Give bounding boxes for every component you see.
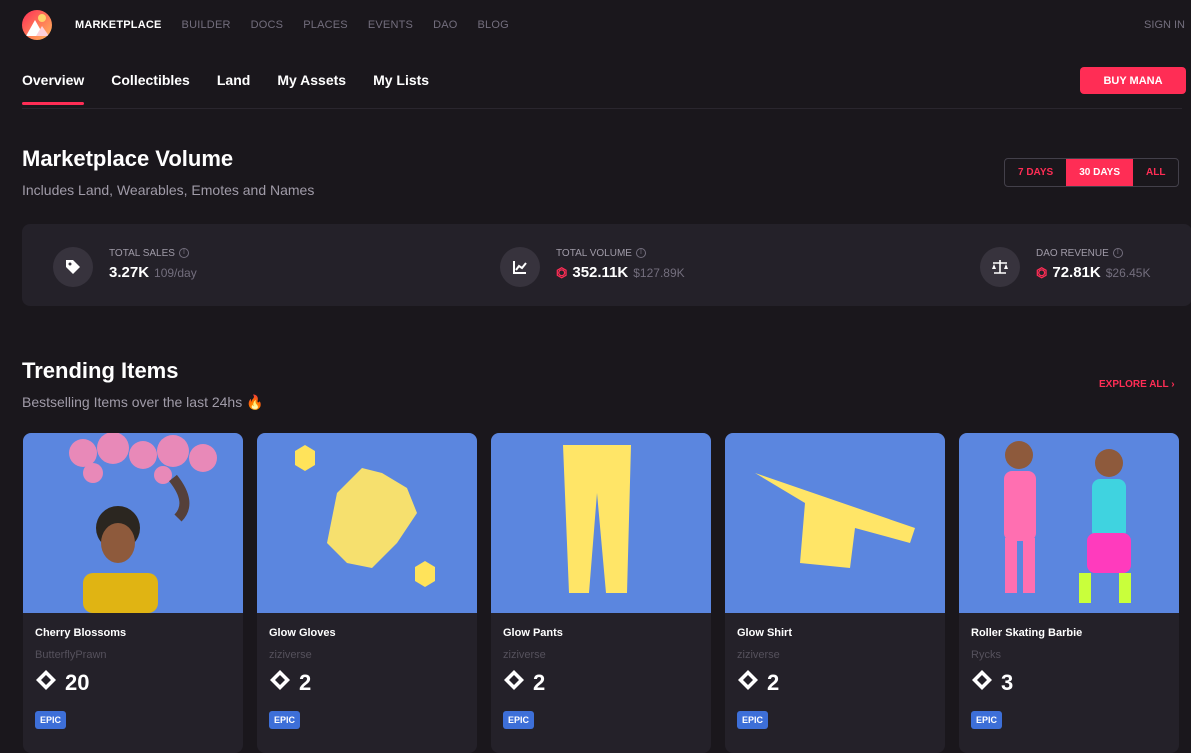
mana-diamond-icon [503, 669, 525, 697]
fire-icon: 🔥 [246, 394, 264, 410]
nav-docs[interactable]: DOCS [251, 19, 284, 31]
tab-divider [22, 108, 1182, 109]
stat-secondary: $26.45K [1105, 265, 1151, 280]
rarity-badge: EPIC [971, 711, 1003, 729]
explore-all-link[interactable]: EXPLORE ALL › [1099, 379, 1175, 390]
item-name: Cherry Blossoms [35, 627, 127, 639]
nav-dao[interactable]: DAO [433, 19, 457, 31]
trending-items-list: Cherry Blossoms ButterflyPrawn 20 EPIC G… [23, 433, 1191, 753]
info-icon[interactable]: i [1112, 248, 1123, 259]
top-bar: MARKETPLACE BUILDER DOCS PLACES EVENTS D… [0, 0, 1191, 52]
tab-collectibles[interactable]: Collectibles [111, 72, 190, 104]
item-creator: ButterflyPrawn [35, 649, 107, 661]
rarity-badge: EPIC [35, 711, 67, 729]
stat-label: DAO REVENUE [1036, 248, 1109, 259]
item-price: 3 [971, 669, 1013, 697]
nav-marketplace[interactable]: MARKETPLACE [75, 19, 162, 31]
item-price: 2 [503, 669, 545, 697]
item-thumbnail [491, 433, 711, 613]
mana-icon: ⏣ [1036, 264, 1048, 280]
tag-icon [53, 247, 93, 287]
range-30-days[interactable]: 30 DAYS [1066, 159, 1133, 186]
tab-my-lists[interactable]: My Lists [373, 72, 429, 104]
item-thumbnail [959, 433, 1179, 613]
item-price: 20 [35, 669, 89, 697]
item-creator: ziziverse [737, 649, 780, 661]
tab-overview[interactable]: Overview [22, 72, 85, 105]
trending-subtitle: Bestselling Items over the last 24hs 🔥 [22, 394, 264, 410]
item-thumbnail [725, 433, 945, 613]
stat-total-sales: TOTAL SALES i 3.27K 109/day [53, 244, 197, 287]
item-card[interactable]: Cherry Blossoms ButterflyPrawn 20 EPIC [23, 433, 243, 753]
chart-icon [500, 247, 540, 287]
stat-secondary: 109/day [154, 265, 197, 280]
nav-places[interactable]: PLACES [303, 19, 348, 31]
volume-subtitle: Includes Land, Wearables, Emotes and Nam… [22, 182, 315, 198]
item-name: Glow Gloves [269, 627, 336, 639]
stat-total-volume: TOTAL VOLUME i ⏣ 352.11K $127.89K [500, 244, 685, 287]
volume-title: Marketplace Volume [22, 146, 234, 171]
item-card[interactable]: Glow Pants ziziverse 2 EPIC [491, 433, 711, 753]
nav-blog[interactable]: BLOG [478, 19, 509, 31]
stat-dao-revenue: DAO REVENUE i ⏣ 72.81K $26.45K [980, 244, 1150, 287]
mana-diamond-icon [971, 669, 993, 697]
nav-builder[interactable]: BUILDER [182, 19, 231, 31]
range-all[interactable]: ALL [1133, 159, 1178, 186]
volume-stats-panel: TOTAL SALES i 3.27K 109/day TOTAL VOLUME i … [22, 224, 1191, 306]
item-card[interactable]: Roller Skating Barbie Rycks 3 EPIC [959, 433, 1179, 753]
info-icon[interactable]: i [178, 248, 189, 259]
item-creator: Rycks [971, 649, 1001, 661]
mana-diamond-icon [737, 669, 759, 697]
tab-land[interactable]: Land [217, 72, 250, 104]
stat-label: TOTAL SALES [109, 248, 175, 259]
mana-icon: ⏣ [556, 264, 568, 280]
top-navigation: MARKETPLACE BUILDER DOCS PLACES EVENTS D… [75, 19, 529, 31]
stat-label: TOTAL VOLUME [556, 248, 632, 259]
section-tabs: Overview Collectibles Land My Assets My … [22, 72, 456, 105]
item-card[interactable]: Glow Shirt ziziverse 2 EPIC [725, 433, 945, 753]
item-creator: ziziverse [503, 649, 546, 661]
item-name: Glow Shirt [737, 627, 792, 639]
decentraland-logo-icon[interactable] [22, 10, 52, 40]
trending-title: Trending Items [22, 358, 179, 383]
range-7-days[interactable]: 7 DAYS [1005, 159, 1066, 186]
rarity-badge: EPIC [503, 711, 535, 729]
stat-secondary: $127.89K [633, 265, 685, 280]
sign-in-link[interactable]: SIGN IN [1144, 19, 1185, 31]
buy-mana-button[interactable]: BUY MANA [1080, 67, 1186, 94]
item-card[interactable]: Glow Gloves ziziverse 2 EPIC [257, 433, 477, 753]
item-price: 2 [269, 669, 311, 697]
item-creator: ziziverse [269, 649, 312, 661]
tab-my-assets[interactable]: My Assets [277, 72, 346, 104]
nav-events[interactable]: EVENTS [368, 19, 413, 31]
item-thumbnail [257, 433, 477, 613]
mana-diamond-icon [269, 669, 291, 697]
stat-value: 72.81K [1052, 264, 1101, 281]
stat-value: 3.27K [109, 264, 150, 281]
item-price: 2 [737, 669, 779, 697]
item-name: Glow Pants [503, 627, 563, 639]
scale-icon [980, 247, 1020, 287]
rarity-badge: EPIC [737, 711, 769, 729]
mana-diamond-icon [35, 669, 57, 697]
item-thumbnail [23, 433, 243, 613]
stat-value: 352.11K [572, 264, 629, 281]
item-name: Roller Skating Barbie [971, 627, 1083, 639]
info-icon[interactable]: i [635, 248, 646, 259]
rarity-badge: EPIC [269, 711, 301, 729]
range-selector: 7 DAYS 30 DAYS ALL [1004, 158, 1180, 187]
